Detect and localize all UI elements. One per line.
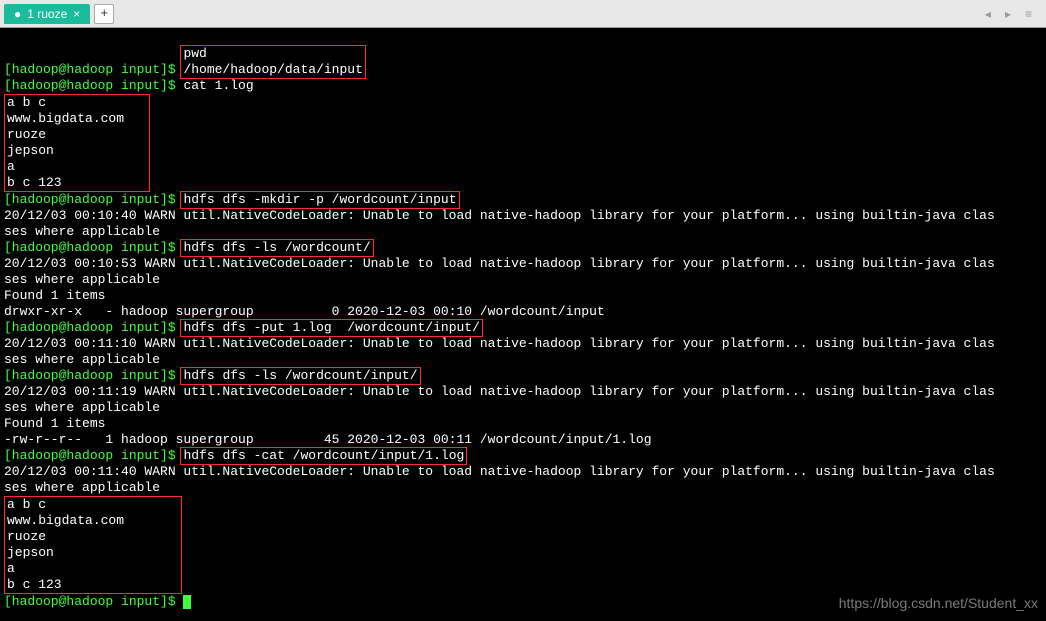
highlight-cat2: hdfs dfs -cat /wordcount/input/1.log xyxy=(180,447,467,465)
cmd-put: hdfs dfs -put 1.log /wordcount/input/ xyxy=(183,320,479,335)
nav-menu-icon[interactable]: ≡ xyxy=(1021,5,1036,23)
warn-line: 20/12/03 00:11:10 WARN util.NativeCodeLo… xyxy=(4,336,995,351)
file-l1: a b c xyxy=(7,497,46,512)
file-l2: www.bigdata.com xyxy=(7,513,124,528)
warn-tail: ses where applicable xyxy=(4,480,160,495)
highlight-pwd: pwd /home/hadoop/data/input xyxy=(180,45,365,79)
warn-line: 20/12/03 00:10:40 WARN util.NativeCodeLo… xyxy=(4,208,995,223)
warn-line: 20/12/03 00:11:19 WARN util.NativeCodeLo… xyxy=(4,384,995,399)
file-l6: b c 123 xyxy=(7,175,62,190)
warn-tail: ses where applicable xyxy=(4,224,160,239)
prompt: [hadoop@hadoop input]$ xyxy=(4,192,176,207)
file-l2: www.bigdata.com xyxy=(7,111,124,126)
warn-line: 20/12/03 00:10:53 WARN util.NativeCodeLo… xyxy=(4,256,995,271)
prompt: [hadoop@hadoop input]$ xyxy=(4,368,176,383)
highlight-file-contents-2: a b c www.bigdata.com ruoze jepson a b c… xyxy=(4,496,182,594)
found-items: Found 1 items xyxy=(4,288,105,303)
cmd-ls2: hdfs dfs -ls /wordcount/input/ xyxy=(183,368,417,383)
terminal-output[interactable]: [hadoop@hadoop input]$ pwd /home/hadoop/… xyxy=(0,28,1046,612)
nav-left-icon[interactable]: ◂ xyxy=(981,5,995,23)
tab-bar: ● 1 ruoze × + ◂ ▸ ≡ xyxy=(0,0,1046,28)
file-l6: b c 123 xyxy=(7,577,62,592)
cmd-ls1: hdfs dfs -ls /wordcount/ xyxy=(183,240,370,255)
cmd-pwd: pwd xyxy=(183,46,206,61)
file-l3: ruoze xyxy=(7,127,46,142)
tab-status-dot: ● xyxy=(14,7,21,21)
warn-tail: ses where applicable xyxy=(4,352,160,367)
cmd-cat: cat 1.log xyxy=(183,78,253,93)
tab-active[interactable]: ● 1 ruoze × xyxy=(4,4,90,24)
file-l1: a b c xyxy=(7,95,46,110)
tab-add-button[interactable]: + xyxy=(94,4,114,24)
tab-label: 1 ruoze xyxy=(27,7,67,21)
file-l4: jepson xyxy=(7,545,54,560)
ls-output: -rw-r--r-- 1 hadoop supergroup 45 2020-1… xyxy=(4,432,652,447)
highlight-ls2: hdfs dfs -ls /wordcount/input/ xyxy=(180,367,420,385)
pwd-output: /home/hadoop/data/input xyxy=(183,62,362,77)
ls-output: drwxr-xr-x - hadoop supergroup 0 2020-12… xyxy=(4,304,605,319)
highlight-put: hdfs dfs -put 1.log /wordcount/input/ xyxy=(180,319,482,337)
cursor xyxy=(183,595,191,609)
file-l5: a xyxy=(7,561,15,576)
cmd-mkdir: hdfs dfs -mkdir -p /wordcount/input xyxy=(183,192,456,207)
prompt: [hadoop@hadoop input]$ xyxy=(4,594,176,609)
tab-nav: ◂ ▸ ≡ xyxy=(981,5,1042,23)
prompt: [hadoop@hadoop input]$ xyxy=(4,78,176,93)
cmd-cat2: hdfs dfs -cat /wordcount/input/1.log xyxy=(183,448,464,463)
prompt: [hadoop@hadoop input]$ xyxy=(4,62,176,77)
prompt: [hadoop@hadoop input]$ xyxy=(4,448,176,463)
nav-right-icon[interactable]: ▸ xyxy=(1001,5,1015,23)
close-icon[interactable]: × xyxy=(73,7,80,21)
file-l4: jepson xyxy=(7,143,54,158)
found-items: Found 1 items xyxy=(4,416,105,431)
warn-tail: ses where applicable xyxy=(4,400,160,415)
prompt: [hadoop@hadoop input]$ xyxy=(4,320,176,335)
file-l5: a xyxy=(7,159,15,174)
highlight-file-contents: a b c www.bigdata.com ruoze jepson a b c… xyxy=(4,94,150,192)
highlight-mkdir: hdfs dfs -mkdir -p /wordcount/input xyxy=(180,191,459,209)
plus-icon: + xyxy=(100,6,108,21)
highlight-ls1: hdfs dfs -ls /wordcount/ xyxy=(180,239,373,257)
warn-line: 20/12/03 00:11:40 WARN util.NativeCodeLo… xyxy=(4,464,995,479)
file-l3: ruoze xyxy=(7,529,46,544)
prompt: [hadoop@hadoop input]$ xyxy=(4,240,176,255)
warn-tail: ses where applicable xyxy=(4,272,160,287)
